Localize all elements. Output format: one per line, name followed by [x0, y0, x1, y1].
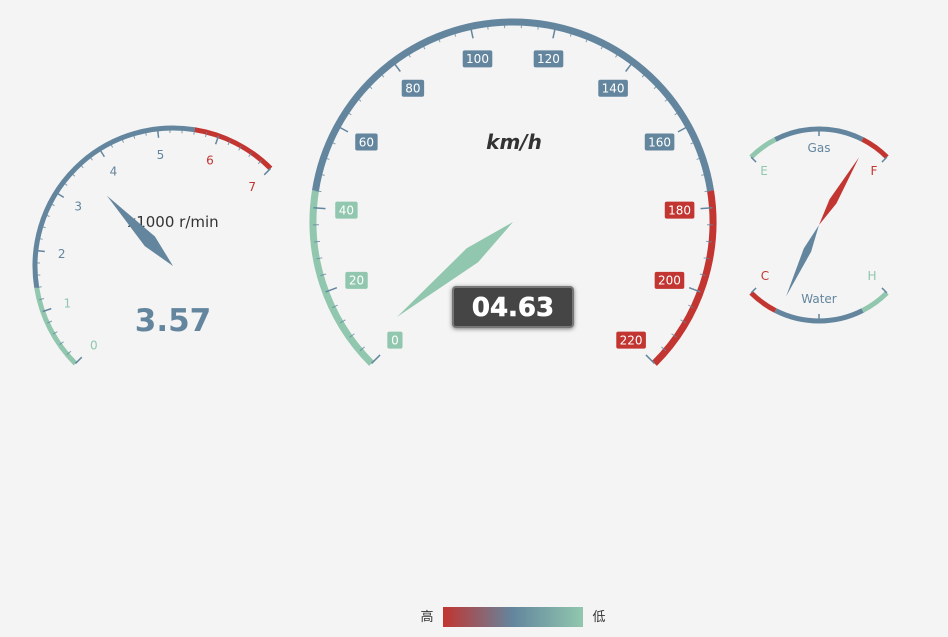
speed-tick-label: 200: [658, 274, 681, 288]
rpm-tick-label: 1: [63, 296, 71, 310]
dashboard-gauges: 020406080100 120140160180200220 km/h 04.6…: [32, 18, 889, 627]
speed-minor-tick: [705, 240, 713, 243]
water-axis-band-0: [749, 291, 777, 313]
visual-map-high-label: 高: [420, 609, 433, 625]
rpm-tick-label: 6: [206, 154, 214, 168]
visual-map-low-label: 低: [592, 610, 605, 625]
fuel-label-full: F: [871, 164, 878, 178]
rpm-tick-label: 3: [74, 200, 82, 214]
visual-map-gradient-bar[interactable]: [443, 607, 583, 627]
fuel-label-empty: E: [760, 164, 768, 178]
fuel-needle-pointer: [819, 157, 860, 225]
rpm-tick-label: 4: [110, 164, 118, 178]
fuel-title: Gas: [808, 141, 831, 155]
rpm-tick-label: 7: [248, 180, 256, 194]
speed-axis-band-1: [312, 18, 714, 192]
rpm-major-tick: [74, 356, 83, 365]
speed-tick-label: 40: [339, 203, 354, 217]
water-label-cold: C: [761, 269, 769, 283]
speed-tick-label: 60: [359, 135, 374, 149]
rpm-tick-label: 0: [90, 338, 98, 352]
speed-detail-value: 04.63: [472, 293, 554, 323]
rpm-detail-value: 3.57: [135, 303, 212, 339]
water-title: Water: [801, 292, 837, 306]
rpm-gauge: 012345 67 x1000 r/min 3.57: [32, 125, 273, 366]
speed-major-tick: [371, 354, 381, 364]
speed-minor-tick: [313, 240, 321, 243]
speed-tick-label: 220: [620, 333, 643, 347]
water-needle: [786, 225, 819, 297]
speed-major-tick: [313, 206, 326, 210]
rpm-major-tick: [35, 249, 45, 253]
speed-detail: 04.63: [452, 286, 574, 328]
rpm-tick-label: 2: [58, 247, 66, 261]
speed-tick-label: 20: [349, 274, 364, 288]
fuel-axis-band-0: [749, 137, 777, 159]
speed-tick-label: 180: [668, 203, 691, 217]
speed-tick-label: 160: [648, 135, 671, 149]
rpm-tick-label: 5: [157, 148, 165, 162]
water-axis-band-2: [861, 291, 889, 313]
speed-tick-label: 80: [405, 82, 420, 96]
speed-tick-label: 140: [602, 82, 625, 96]
fuel-gauge: Gas E F: [749, 126, 889, 225]
speed-major-tick: [645, 354, 655, 364]
speed-gauge: 0 20 40 60 80 100 120 140 160 180 200 220 km/h 04.6…: [309, 18, 717, 366]
speed-tick-label: 120: [537, 52, 560, 66]
speed-title: km/h: [486, 130, 542, 154]
fuel-axis-band-2: [861, 137, 889, 159]
speed-tick-label: 100: [466, 52, 489, 66]
water-needle-pointer: [786, 225, 819, 297]
rpm-major-tick: [156, 128, 160, 138]
speed-tick-label: 0: [391, 333, 399, 347]
speed-major-tick: [700, 206, 713, 210]
rpm-major-tick: [263, 167, 272, 176]
water-gauge: Water C H: [749, 225, 889, 324]
fuel-needle: [819, 157, 860, 225]
visual-map-legend[interactable]: 高 低: [420, 607, 606, 627]
water-label-hot: H: [867, 269, 876, 283]
